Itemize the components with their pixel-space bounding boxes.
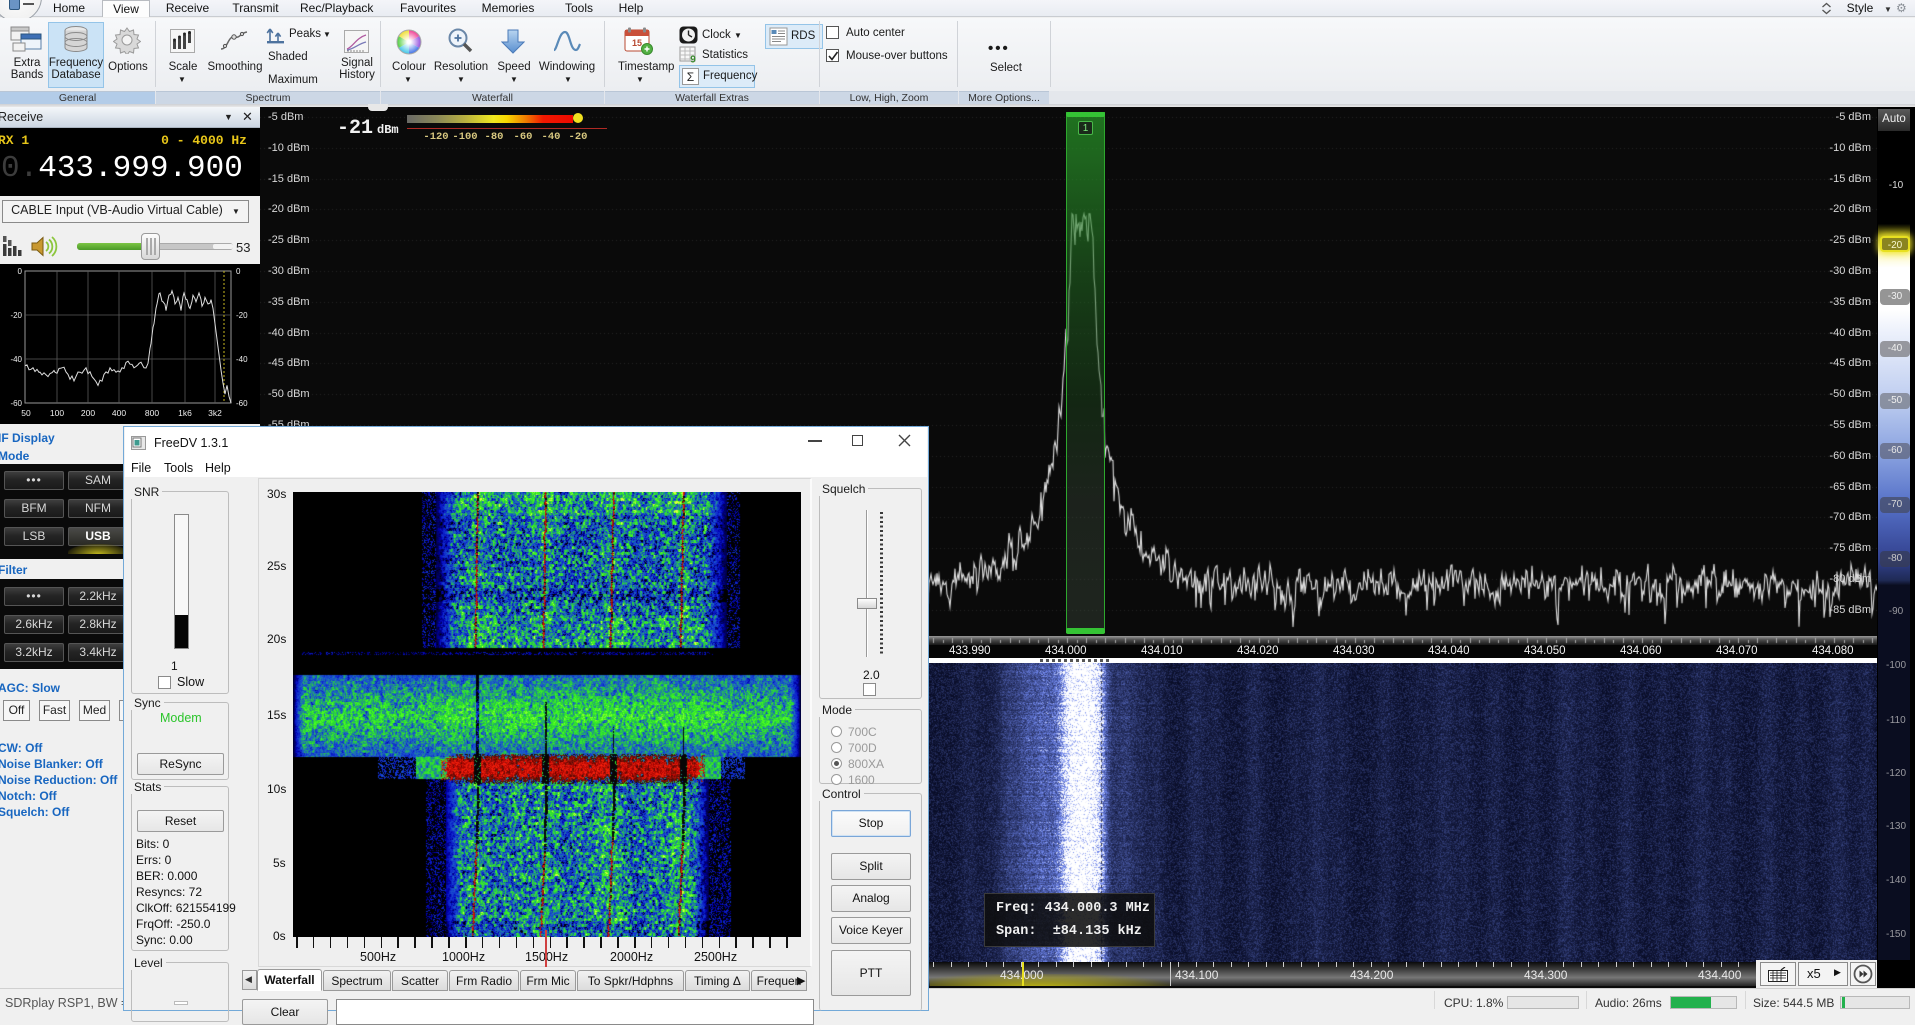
svg-text:0: 0 bbox=[236, 267, 241, 276]
svg-text:3k2: 3k2 bbox=[208, 408, 222, 418]
svg-text:400: 400 bbox=[112, 408, 126, 418]
svg-text:-60: -60 bbox=[10, 399, 22, 408]
svg-text:50: 50 bbox=[21, 408, 31, 418]
svg-text:-20: -20 bbox=[10, 311, 22, 320]
svg-text:15: 15 bbox=[632, 38, 642, 48]
svg-text:0: 0 bbox=[18, 267, 23, 276]
svg-text:-60: -60 bbox=[236, 399, 248, 408]
svg-text:-20: -20 bbox=[236, 311, 248, 320]
svg-text:1k6: 1k6 bbox=[178, 408, 192, 418]
svg-text:100: 100 bbox=[50, 408, 64, 418]
svg-text:800: 800 bbox=[145, 408, 159, 418]
svg-text:9: 9 bbox=[690, 55, 696, 64]
svg-text:200: 200 bbox=[81, 408, 95, 418]
svg-text:-40: -40 bbox=[10, 355, 22, 364]
svg-text:-40: -40 bbox=[236, 355, 248, 364]
